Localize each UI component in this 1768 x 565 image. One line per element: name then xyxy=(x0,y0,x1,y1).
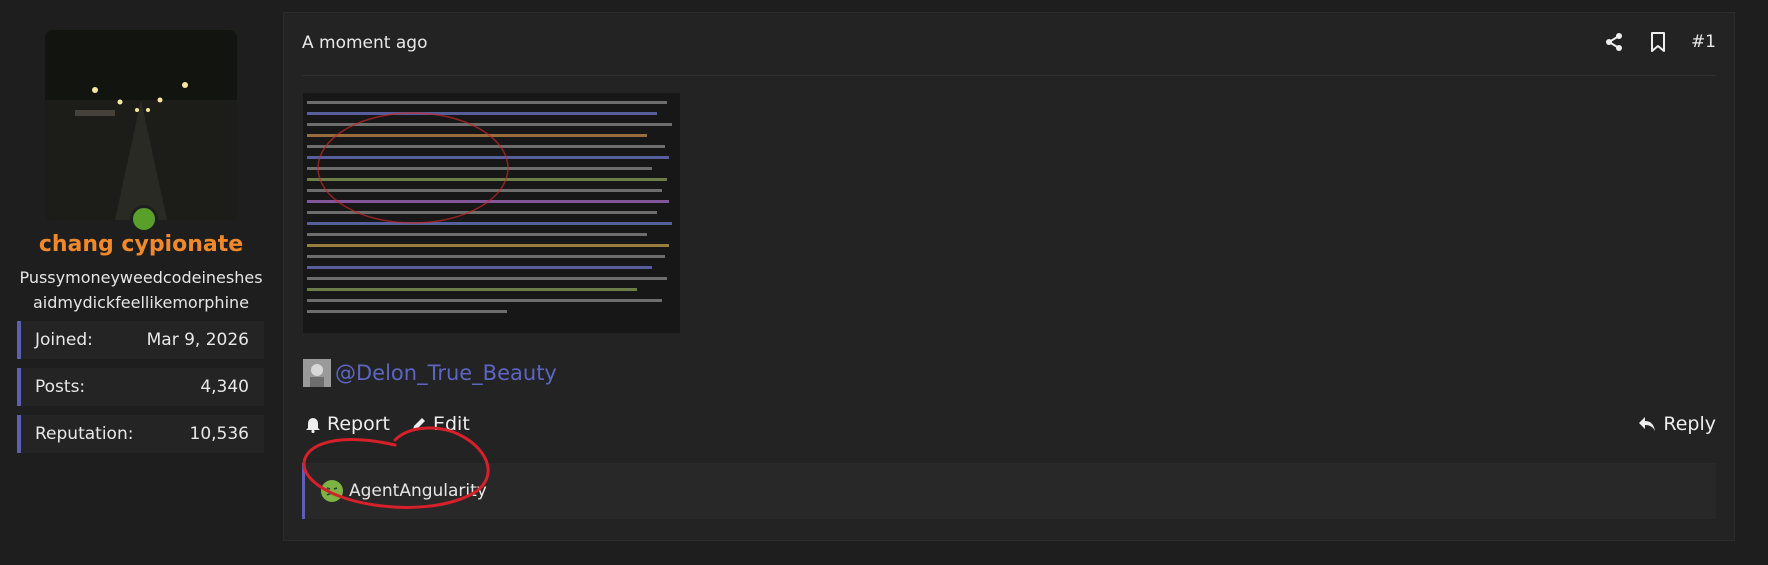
share-icon[interactable] xyxy=(1603,31,1625,53)
online-status-indicator xyxy=(130,205,158,233)
post-actions: Report Edit xyxy=(304,413,470,435)
pencil-icon xyxy=(412,418,425,430)
mention-row: @Delon_True_Beauty xyxy=(303,359,557,387)
mentioned-user-avatar[interactable] xyxy=(303,359,331,387)
post-number-link[interactable]: #1 xyxy=(1691,32,1716,52)
bell-icon xyxy=(306,418,320,433)
stat-value: 4,340 xyxy=(200,377,249,397)
user-title: Pussymoneyweedcodeineshesaidmydickfeelli… xyxy=(19,268,263,312)
stat-label: Posts: xyxy=(35,377,86,397)
edit-button[interactable]: Edit xyxy=(410,413,470,435)
post-header-actions: #1 xyxy=(1603,31,1716,53)
report-label: Report xyxy=(327,413,390,435)
stat-value: Mar 9, 2026 xyxy=(146,330,249,350)
attached-image[interactable] xyxy=(303,93,680,333)
stat-posts: Posts: 4,340 xyxy=(17,368,264,406)
stat-value: 10,536 xyxy=(189,424,249,444)
stat-joined: Joined: Mar 9, 2026 xyxy=(17,321,264,359)
post-timestamp[interactable]: A moment ago xyxy=(302,33,427,53)
reply-arrow-icon xyxy=(1639,417,1656,431)
edit-label: Edit xyxy=(432,413,470,435)
username[interactable]: chang cypionate xyxy=(0,232,282,257)
post-container: A moment ago #1 @Delon_True_Beauty Repor… xyxy=(283,12,1735,541)
stat-label: Joined: xyxy=(35,330,93,350)
user-mention-link[interactable]: @Delon_True_Beauty xyxy=(335,361,557,385)
reactor-name[interactable]: AgentAngularity xyxy=(349,481,487,501)
report-button[interactable]: Report xyxy=(304,413,390,435)
user-avatar[interactable] xyxy=(45,30,237,220)
bookmark-icon[interactable] xyxy=(1647,31,1669,53)
reactions-bar[interactable]: AgentAngularity xyxy=(302,463,1716,519)
user-sidebar: chang cypionate Pussymoneyweedcodeineshe… xyxy=(0,0,282,565)
reply-label: Reply xyxy=(1663,413,1716,435)
stat-label: Reputation: xyxy=(35,424,134,444)
stat-reputation: Reputation: 10,536 xyxy=(17,415,264,453)
sick-face-icon xyxy=(321,480,343,502)
header-divider xyxy=(302,75,1716,76)
reply-button[interactable]: Reply xyxy=(1637,413,1716,435)
